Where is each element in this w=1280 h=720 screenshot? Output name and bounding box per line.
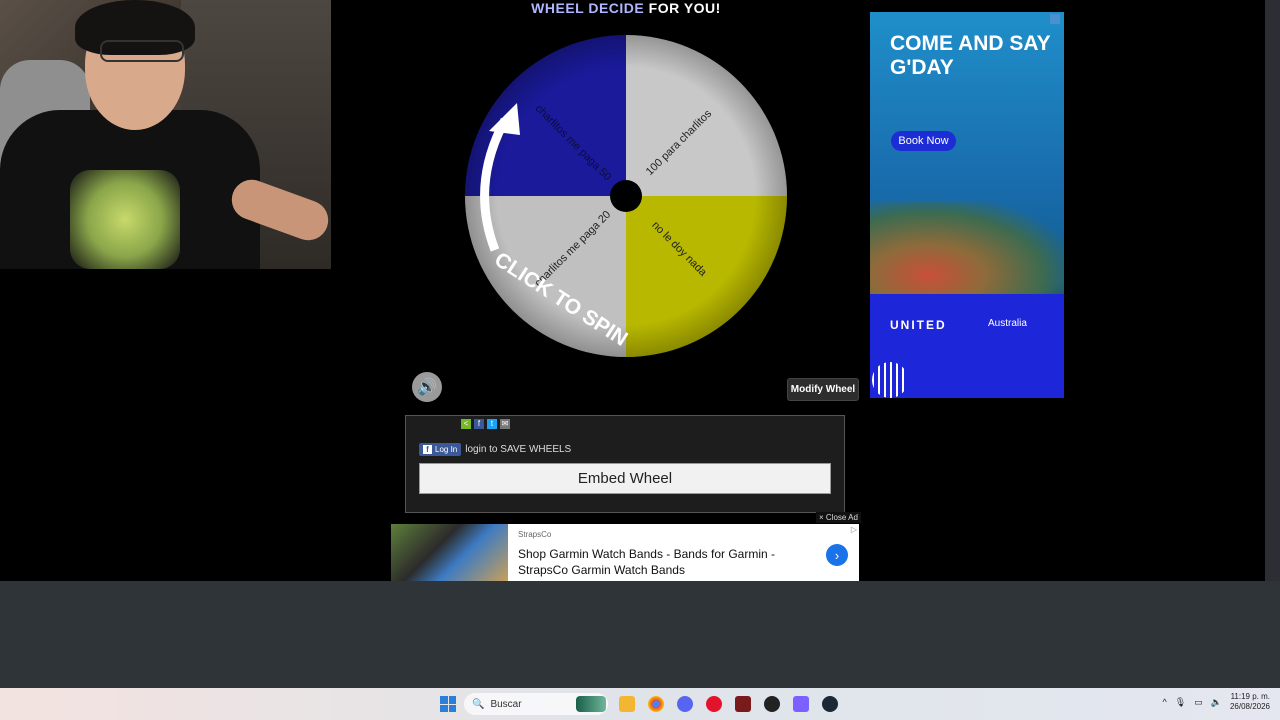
desktop-background — [0, 581, 1280, 688]
clock[interactable]: 11:19 p. m. 26/08/2026 — [1230, 692, 1270, 712]
microphone-icon[interactable]: 🎙 — [1175, 697, 1186, 708]
close-ad-button[interactable]: × Close Ad — [816, 512, 861, 523]
clock-date: 26/08/2026 — [1229, 702, 1270, 711]
black-margin — [0, 269, 331, 581]
app-icon[interactable] — [735, 696, 751, 712]
heading-accent: WHEEL DECIDE — [531, 0, 645, 16]
search-placeholder: Buscar — [490, 698, 522, 710]
chevron-up-icon[interactable]: ^ — [1163, 697, 1167, 707]
speaker-icon: 🔊 — [417, 379, 437, 396]
facebook-login: f Log In login to SAVE WHEELS — [419, 443, 571, 456]
spin-wheel[interactable]: 100 para charlitos no le doy nada charli… — [465, 35, 787, 357]
webcam-shirt-print — [70, 170, 180, 269]
tool-icon[interactable] — [793, 696, 809, 712]
chevron-right-icon[interactable]: › — [826, 544, 848, 566]
obs-icon[interactable] — [764, 696, 780, 712]
window-edge — [1265, 0, 1280, 581]
taskbar: 🔍 Buscar ^ 🎙 ▭ 🔈 11:19 p. m. 26/08/2026 — [0, 688, 1280, 720]
embed-wheel-button[interactable]: Embed Wheel — [419, 463, 831, 494]
webcam-overlay — [0, 0, 331, 269]
ad-title: COME AND SAY G'DAY — [890, 32, 1051, 79]
sound-toggle-button[interactable]: 🔊 — [412, 372, 442, 402]
facebook-login-button[interactable]: f Log In — [419, 443, 462, 456]
ad-brand-sub: Australia — [988, 318, 1027, 329]
search-highlight-icon — [576, 696, 606, 712]
share-icon[interactable]: < — [461, 419, 471, 429]
discord-icon[interactable] — [677, 696, 693, 712]
system-tray: ^ 🎙 ▭ 🔈 11:19 p. m. 26/08/2026 — [1163, 692, 1270, 712]
facebook-logo-icon: f — [423, 445, 432, 454]
fb-button-label: Log In — [435, 445, 458, 454]
media-player-icon[interactable] — [706, 696, 722, 712]
ad-headline[interactable]: Shop Garmin Watch Bands - Bands for Garm… — [518, 546, 808, 578]
chrome-icon[interactable] — [648, 696, 664, 712]
ad-source: StrapsCo — [518, 530, 552, 539]
modify-wheel-button[interactable]: Modify Wheel — [787, 378, 859, 401]
page-heading: WHEEL DECIDE FOR YOU! — [531, 0, 721, 16]
ad-book-now-button[interactable]: Book Now — [891, 131, 956, 151]
windows-start-icon[interactable] — [440, 696, 456, 712]
adchoices-triangle-icon[interactable]: ▷ — [851, 525, 857, 534]
ad-brand: UNITED — [890, 318, 947, 332]
globe-icon — [872, 362, 908, 398]
steam-icon[interactable] — [822, 696, 838, 712]
login-save-text: login to SAVE WHEELS — [465, 444, 572, 455]
ad-product-image — [391, 524, 508, 581]
adchoices-icon[interactable] — [1050, 14, 1060, 24]
twitter-icon[interactable]: t — [487, 419, 497, 429]
email-icon[interactable]: ✉ — [500, 419, 510, 429]
volume-icon[interactable]: 🔈 — [1211, 697, 1222, 708]
facebook-icon[interactable]: f — [474, 419, 484, 429]
share-panel: < f t ✉ f Log In login to SAVE WHEELS Em… — [405, 415, 845, 513]
file-explorer-icon[interactable] — [619, 696, 635, 712]
ad-reef-image — [870, 202, 1064, 307]
heading-rest: FOR YOU! — [648, 0, 721, 16]
bottom-advertisement[interactable]: StrapsCo Shop Garmin Watch Bands - Bands… — [391, 524, 859, 581]
side-advertisement[interactable]: COME AND SAY G'DAY Book Now UNITED Austr… — [870, 12, 1064, 398]
share-icons: < f t ✉ — [461, 419, 510, 429]
clock-time: 11:19 p. m. — [1230, 692, 1270, 701]
search-icon: 🔍 — [472, 698, 485, 710]
webcam-glasses — [100, 40, 184, 62]
wheel-center-hub — [610, 180, 642, 212]
network-icon[interactable]: ▭ — [1194, 697, 1203, 708]
